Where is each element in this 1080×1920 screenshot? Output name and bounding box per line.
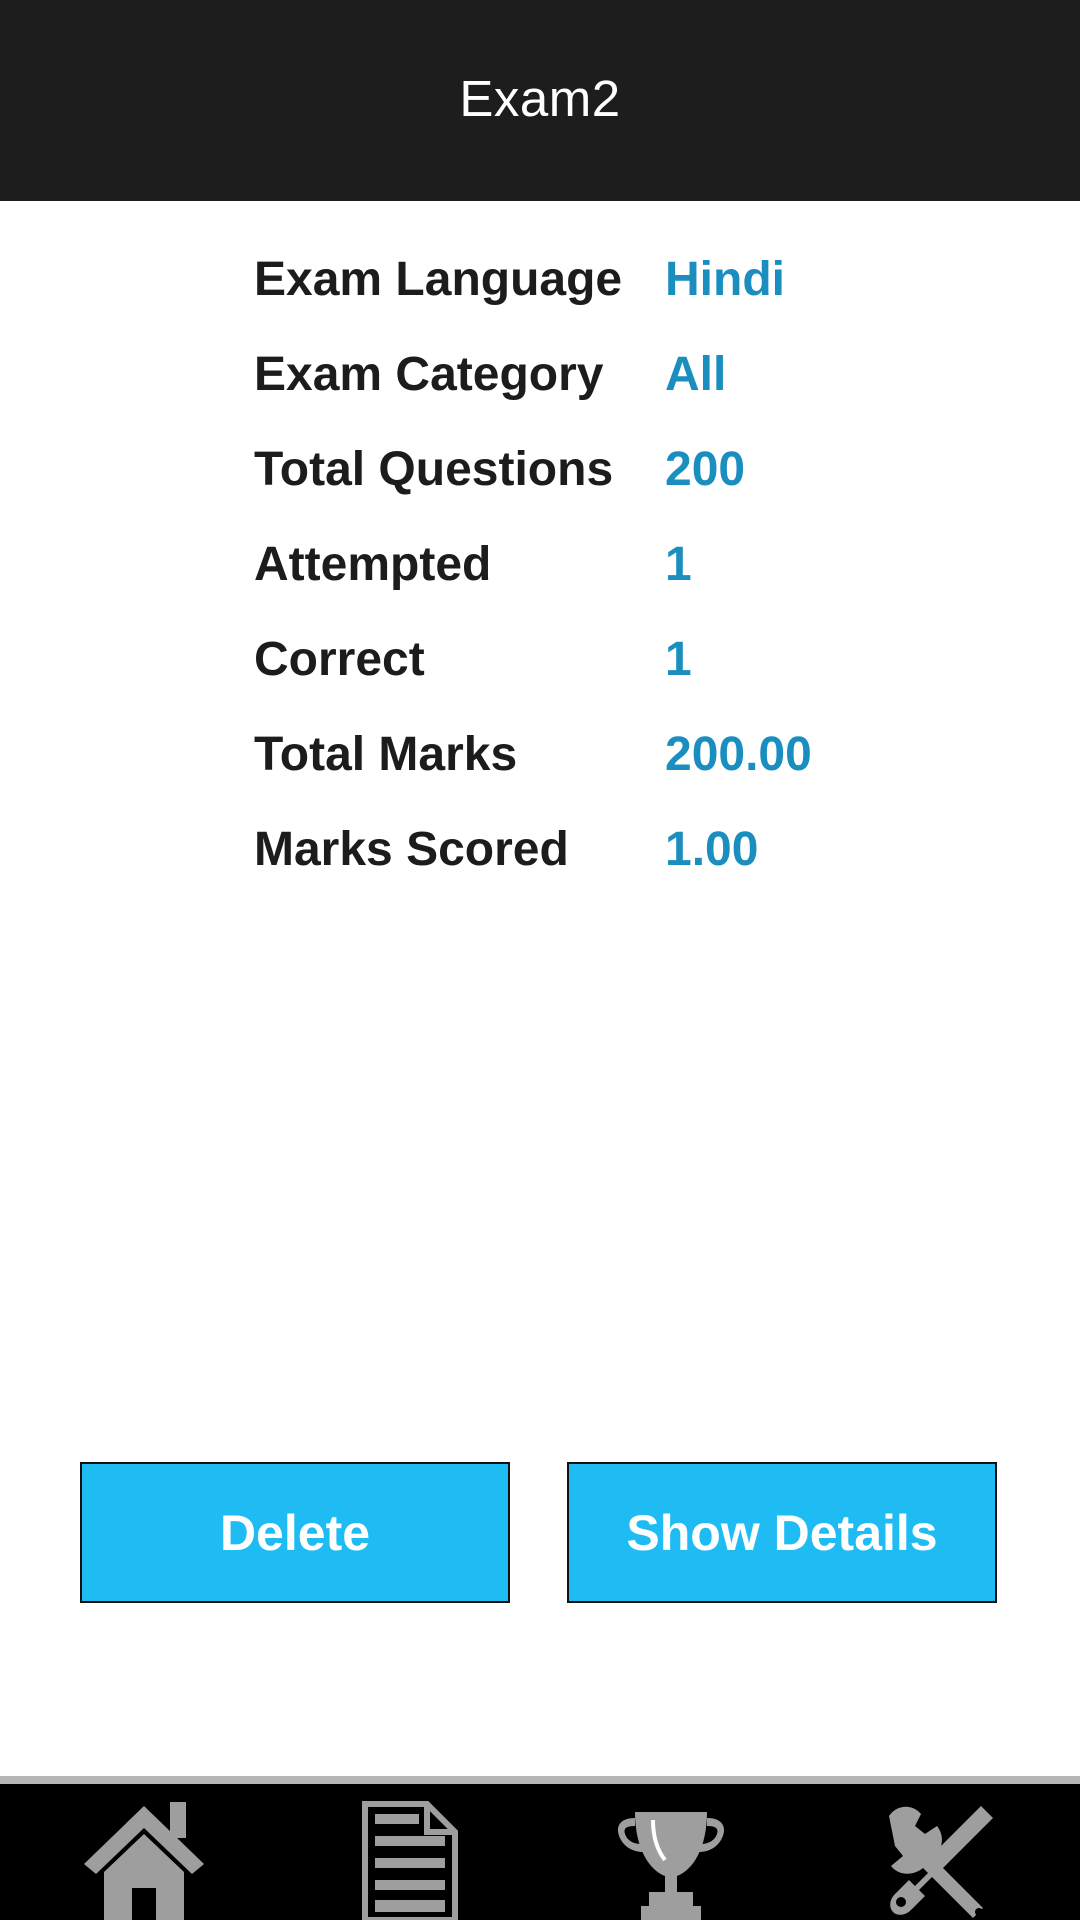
correct-label: Correct	[254, 633, 425, 686]
nav-item-settings[interactable]	[857, 1784, 1017, 1920]
detail-row-exam-language: Exam Language Hindi	[254, 232, 954, 327]
detail-row-exam-category: Exam Category All	[254, 327, 954, 422]
exam-result-screen: Exam2 Exam Language Hindi Exam Category …	[0, 0, 1080, 1920]
exam-language-label: Exam Language	[254, 253, 623, 306]
exam-language-value: Hindi	[665, 253, 785, 306]
delete-button[interactable]: Delete	[80, 1462, 510, 1603]
exam-category-value: All	[665, 348, 727, 401]
app-header: Exam2	[0, 0, 1080, 201]
nav-item-exams[interactable]	[329, 1784, 489, 1920]
total-questions-value: 200	[665, 443, 746, 496]
attempted-label: Attempted	[254, 538, 492, 591]
total-questions-label: Total Questions	[254, 443, 614, 496]
total-marks-value: 200.00	[665, 728, 812, 781]
marks-scored-value: 1.00	[665, 823, 759, 876]
home-icon	[84, 1802, 204, 1920]
tools-icon	[889, 1806, 993, 1918]
nav-item-home[interactable]	[64, 1784, 224, 1920]
attempted-value: 1	[665, 538, 692, 591]
show-details-button[interactable]: Show Details	[567, 1462, 997, 1603]
detail-row-marks-scored: Marks Scored 1.00	[254, 802, 954, 897]
trophy-icon	[617, 1812, 725, 1920]
nav-item-results[interactable]	[591, 1784, 751, 1920]
detail-row-correct: Correct 1	[254, 612, 954, 707]
detail-row-total-marks: Total Marks 200.00	[254, 707, 954, 802]
detail-row-total-questions: Total Questions 200	[254, 422, 954, 517]
exam-category-label: Exam Category	[254, 348, 604, 401]
document-icon	[362, 1801, 458, 1920]
exam-details-list: Exam Language Hindi Exam Category All To…	[254, 232, 954, 897]
bottom-nav-divider	[0, 1776, 1080, 1784]
page-title: Exam2	[459, 69, 621, 127]
detail-row-attempted: Attempted 1	[254, 517, 954, 612]
bottom-nav-bar	[0, 1784, 1080, 1920]
total-marks-label: Total Marks	[254, 728, 518, 781]
marks-scored-label: Marks Scored	[254, 823, 569, 876]
correct-value: 1	[665, 633, 692, 686]
